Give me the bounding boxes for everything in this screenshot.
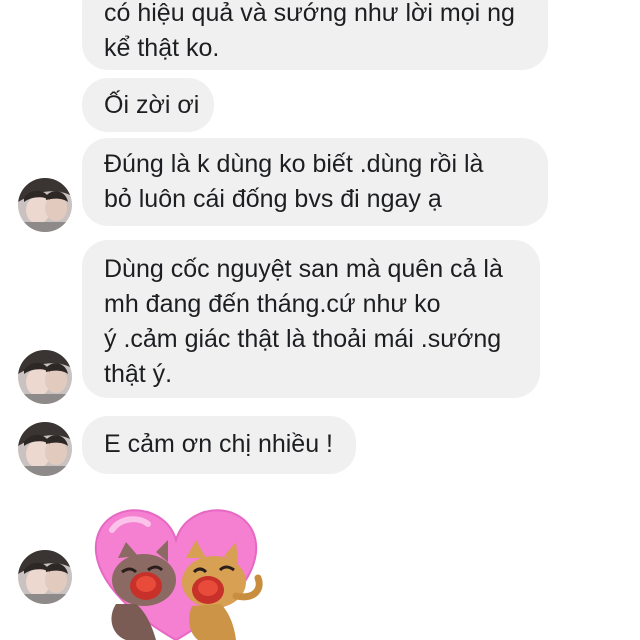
message-text-line: bỏ luôn cái đống bvs đi ngay ạ	[104, 185, 442, 213]
message-text-line: kể thật ko.	[104, 34, 220, 62]
avatar-photo-icon	[18, 350, 72, 404]
avatar-photo-icon	[18, 422, 72, 476]
message-bubble[interactable]: Dùng cốc nguyệt san mà quên cả là mh đan…	[82, 240, 540, 398]
message-text-line: Ối zời ơi	[104, 91, 200, 119]
contact-avatar[interactable]	[18, 422, 72, 476]
message-text-line: Dùng cốc nguyệt san mà quên cả là	[104, 255, 503, 283]
message-text-line: ý .cảm giác thật là thoải mái .sướng	[104, 325, 502, 353]
contact-avatar[interactable]	[18, 178, 72, 232]
contact-avatar[interactable]	[18, 350, 72, 404]
kissing-cats-heart-sticker-icon[interactable]	[86, 500, 276, 640]
message-text-line: có hiệu quả và sướng như lời mọi ng	[104, 0, 515, 27]
message-bubble[interactable]: Ối zời ơi	[82, 78, 214, 132]
avatar-photo-icon	[18, 178, 72, 232]
message-text-line: thật ý.	[104, 360, 173, 388]
chat-screen: có hiệu quả và sướng như lời mọi ng kể t…	[0, 0, 640, 640]
message-text-line: mh đang đến tháng.cứ như ko	[104, 290, 441, 318]
contact-avatar[interactable]	[18, 550, 72, 604]
message-text-line: E cảm ơn chị nhiều !	[104, 430, 334, 458]
message-text-line: Đúng là k dùng ko biết .dùng rồi là	[104, 150, 484, 178]
message-bubble[interactable]: Đúng là k dùng ko biết .dùng rồi là bỏ l…	[82, 138, 548, 226]
message-bubble[interactable]: E cảm ơn chị nhiều !	[82, 416, 356, 474]
avatar-photo-icon	[18, 550, 72, 604]
message-bubble[interactable]: có hiệu quả và sướng như lời mọi ng kể t…	[82, 0, 548, 70]
